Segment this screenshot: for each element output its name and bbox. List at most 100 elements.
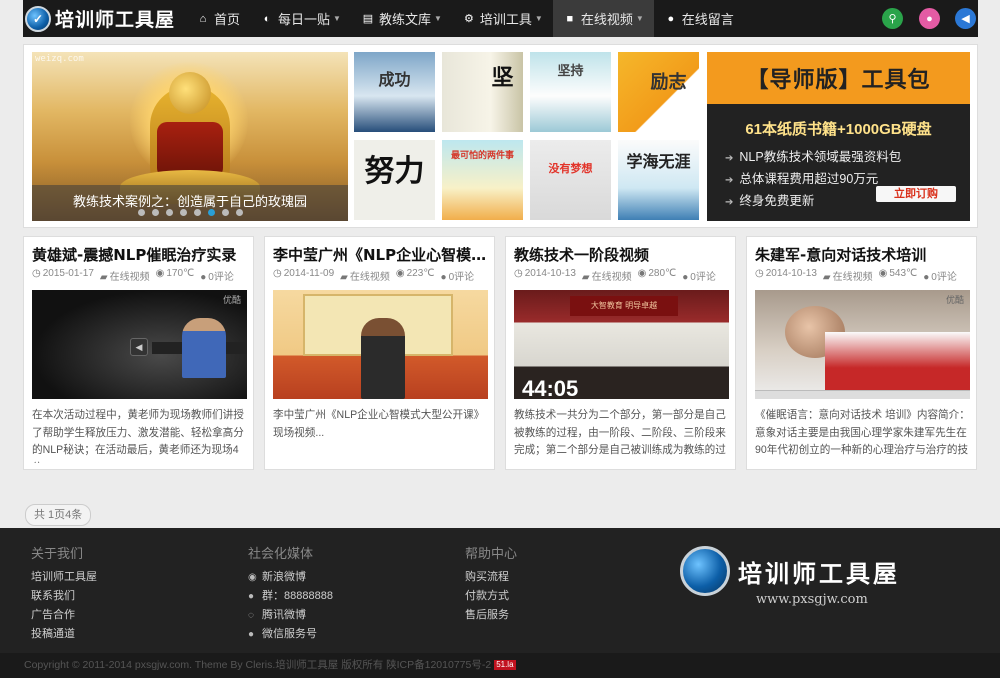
post-card: 李中莹广州《NLP企业心智模式大型公开课》 ◷2014-11-09 ▰在线视频 … (264, 236, 495, 470)
comment-icon: ● (200, 272, 207, 283)
thumb-label: 坚持 (557, 64, 584, 79)
chevron-down-icon: ▼ (433, 14, 442, 23)
banner-section: weizq.com 教练技术案例之：创造属于自己的玫瑰园 成功 坚 坚持 励志 … (23, 44, 978, 228)
stats-badge[interactable]: 51.la (494, 660, 516, 671)
footer-link[interactable]: 广告合作 (31, 606, 97, 625)
site-logo-text: 培训师工具屋 (55, 9, 176, 31)
post-views: ◉ 543℃ (878, 268, 918, 279)
slider-dot-active[interactable] (207, 209, 215, 216)
footer-logo[interactable]: 培训师工具屋 www.pxsgjw.com (680, 546, 920, 607)
nav-item-daily-post[interactable]: ◐ 每日一贴 ▼ (250, 0, 351, 37)
comment-icon: ● (440, 272, 447, 283)
footer-about: 关于我们 培训师工具屋 联系我们 广告合作 投稿通道 (31, 543, 97, 644)
nav-item-home[interactable]: ⌂ 首页 (186, 0, 250, 37)
footer-link-tencent-weibo[interactable]: ◌ 腾讯微博 (248, 606, 333, 625)
post-title[interactable]: 李中莹广州《NLP企业心智模式大型公开课》 (273, 244, 487, 265)
post-excerpt: 在本次活动过程中，黄老师为现场教师们讲授了帮助学生释放压力、激发潜能、轻松拿高分… (32, 409, 244, 463)
post-category[interactable]: ▰ 在线视频 (340, 268, 390, 283)
post-comments[interactable]: ● 0评论 (923, 268, 957, 283)
logo-emblem-icon: ✓ (25, 5, 51, 32)
folder-icon: ▰ (822, 272, 831, 283)
post-title[interactable]: 教练技术一阶段视频 (514, 244, 728, 265)
site-footer: 关于我们 培训师工具屋 联系我们 广告合作 投稿通道 社会化媒体 ◉ 新浪微博 ●… (0, 528, 1000, 653)
footer-link[interactable]: 售后服务 (465, 606, 517, 625)
nav-item-guestbook[interactable]: ● 在线留言 (654, 0, 744, 37)
post-comments[interactable]: ● 0评论 (441, 268, 475, 283)
post-views: ◉ 223℃ (395, 268, 435, 279)
post-thumbnail[interactable]: 优酷 (755, 290, 970, 399)
footer-link[interactable]: 投稿通道 (31, 625, 97, 644)
clock-icon: ◷ (514, 268, 523, 279)
clock-icon: ◷ (273, 268, 282, 279)
post-thumbnail[interactable]: 大智教育 明导卓越 44:05 (514, 290, 729, 399)
nav-item-label: 在线视频 (580, 12, 633, 27)
slider-dot[interactable] (137, 209, 145, 216)
post-comments[interactable]: ● 0评论 (682, 268, 716, 283)
thumb-learning[interactable]: 学海无涯 (618, 140, 699, 220)
slider-dot[interactable] (221, 209, 229, 216)
chevron-down-icon: ▼ (333, 14, 341, 23)
footer-link[interactable]: 购买流程 (465, 568, 517, 587)
user-button[interactable]: ● (919, 8, 940, 29)
logo-emblem-icon (680, 546, 730, 596)
footer-heading: 社会化媒体 (248, 546, 314, 561)
footer-social: 社会化媒体 ◉ 新浪微博 ● 群：88888888 ◌ 腾讯微博 ● 微信服务号 (248, 543, 333, 644)
announce-button[interactable]: ◀ (955, 8, 976, 29)
footer-link-weibo[interactable]: ◉ 新浪微博 (248, 568, 333, 587)
nav-item-tools[interactable]: ⚙ 培训工具 ▼ (452, 0, 553, 37)
thumb-persist[interactable]: 坚持 (530, 52, 611, 132)
wechat-icon: ● (248, 629, 255, 640)
post-title[interactable]: 朱建军-意向对话技术培训 (755, 244, 969, 265)
footer-heading: 帮助中心 (465, 546, 518, 561)
eye-icon: ◉ (155, 268, 165, 279)
thumb-no-dream[interactable]: 没有梦想 (530, 140, 611, 220)
weibo-icon: ◉ (248, 572, 257, 583)
thumb-perseverance[interactable]: 坚 (442, 52, 523, 132)
thumb-scary-things[interactable]: 最可怕的两件事 (442, 140, 523, 220)
footer-link-qq-group[interactable]: ● 群：88888888 (248, 587, 333, 606)
post-category[interactable]: ▰ 在线视频 (823, 268, 873, 283)
clock-icon: ◷ (755, 268, 764, 279)
post-thumbnail[interactable]: 优酷 ◀ (32, 290, 247, 399)
post-meta: ◷ 2014-10-13 ▰ 在线视频 ◉ 543℃ ● 0评论 (755, 268, 973, 283)
nav-item-library[interactable]: ▤ 教练文库 ▼ (351, 0, 452, 37)
site-logo[interactable]: ✓ 培训师工具屋 (25, 5, 175, 32)
thumb-speaker-figure (182, 318, 226, 378)
adjust-icon: ◐ (263, 12, 271, 25)
promo-bullets: NLP教练技术领域最强资料包 总体课程费用超过90万元 终身免费更新 (707, 147, 970, 213)
post-category[interactable]: ▰ 在线视频 (100, 268, 150, 283)
post-comments[interactable]: ● 0评论 (200, 268, 234, 283)
slider-dot[interactable] (165, 209, 173, 216)
video-progress-bar[interactable] (755, 390, 970, 399)
footer-logo-text: 培训师工具屋 (738, 560, 900, 588)
footer-link[interactable]: 付款方式 (465, 587, 517, 606)
post-thumbnail[interactable] (273, 290, 488, 399)
nav-item-videos[interactable]: ■ 在线视频 ▼ (552, 0, 654, 37)
post-meta: ◷ 2015-01-17 ▰ 在线视频 ◉ 170℃ ● 0评论 (32, 268, 250, 283)
thumb-inspiration[interactable]: 励志 (618, 52, 699, 132)
thumb-effort[interactable]: 努力 (354, 140, 435, 220)
order-now-button[interactable]: 立即订购 (876, 186, 956, 202)
promo-title: 【导师版】工具包 (707, 52, 970, 104)
slider-dot[interactable] (235, 209, 243, 216)
slider-dot[interactable] (193, 209, 201, 216)
featured-slide[interactable]: weizq.com 教练技术案例之：创造属于自己的玫瑰园 (32, 52, 348, 221)
search-button[interactable]: ⚲ (882, 8, 903, 29)
slider-dot[interactable] (179, 209, 187, 216)
thumb-label: 努力 (364, 154, 425, 189)
eye-icon: ◉ (637, 268, 647, 279)
promo-banner[interactable]: 【导师版】工具包 61本纸质书籍+1000GB硬盘 NLP教练技术领域最强资料包… (707, 52, 970, 221)
post-category[interactable]: ▰ 在线视频 (582, 268, 632, 283)
footer-heading: 关于我们 (31, 546, 84, 561)
slider-dot[interactable] (151, 209, 159, 216)
video-icon: ■ (566, 12, 574, 25)
comments-icon: ● (667, 12, 675, 25)
copyright-text: Copyright © 2011-2014 pxsgjw.com. Theme … (24, 659, 492, 671)
thumb-label: 没有梦想 (548, 162, 593, 175)
post-title[interactable]: 黄雄斌-震撼NLP催眠治疗实录 (32, 244, 246, 265)
footer-link[interactable]: 联系我们 (31, 587, 97, 606)
footer-link[interactable]: 培训师工具屋 (31, 568, 97, 587)
footer-link-wechat[interactable]: ● 微信服务号 (248, 625, 333, 644)
slider-dots (32, 209, 348, 216)
thumb-success[interactable]: 成功 (354, 52, 435, 132)
